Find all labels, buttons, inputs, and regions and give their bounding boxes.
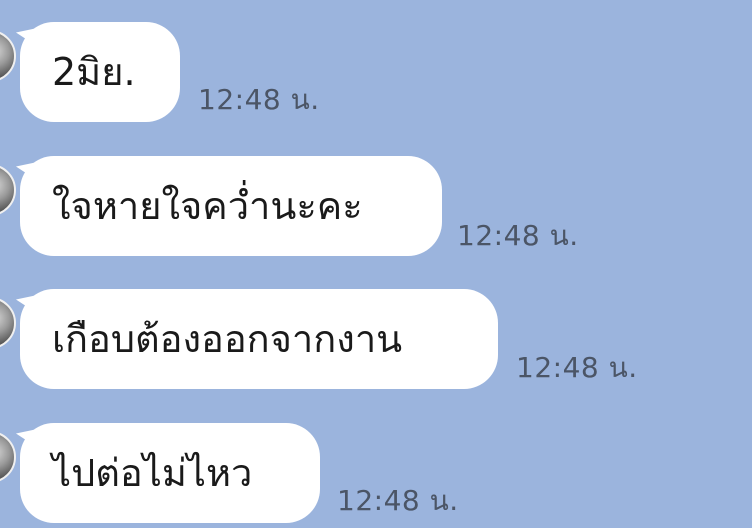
message-text: เกือบต้องออกจากงาน [52,317,403,361]
avatar[interactable] [0,431,16,483]
message-text: ใจหายใจคว่ำนะคะ [52,184,363,228]
message-timestamp: 12:48 น. [457,219,579,252]
message-text: 2มิย. [52,50,136,94]
message-text: ไปต่อไม่ไหว [52,451,253,495]
message-timestamp: 12:48 น. [337,484,459,517]
avatar[interactable] [0,164,16,216]
chat-thread: 2มิย. 12:48 น. ใจหายใจคว่ำนะคะ 12:48 น. … [0,0,752,528]
message-bubble[interactable]: ใจหายใจคว่ำนะคะ [20,156,442,256]
message-bubble[interactable]: ไปต่อไม่ไหว [20,423,320,523]
message-bubble[interactable]: 2มิย. [20,22,180,122]
avatar[interactable] [0,30,16,82]
message-timestamp: 12:48 น. [516,351,638,384]
message-bubble[interactable]: เกือบต้องออกจากงาน [20,289,498,389]
avatar[interactable] [0,297,16,349]
message-timestamp: 12:48 น. [198,83,320,116]
